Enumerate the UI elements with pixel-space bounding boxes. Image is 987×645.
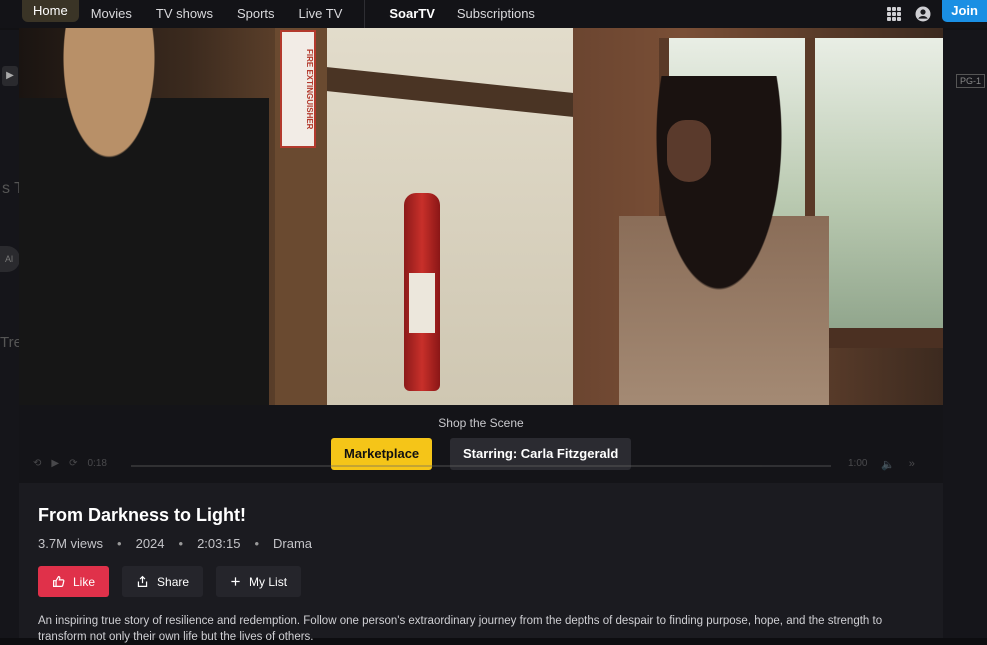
meta-separator: • <box>179 536 184 551</box>
nav-right-group: Join <box>887 0 987 28</box>
nav-item-live-tv[interactable]: Live TV <box>287 0 355 28</box>
view-count: 3.7M views <box>38 536 103 551</box>
scene-actor-right <box>619 76 829 405</box>
like-button[interactable]: Like <box>38 566 109 597</box>
background-rating-badge: PG-1 <box>956 74 985 88</box>
meta-separator: • <box>254 536 259 551</box>
nav-item-home[interactable]: Home <box>22 0 79 22</box>
nav-divider <box>364 0 365 28</box>
nav-item-sports[interactable]: Sports <box>225 0 287 28</box>
title-detail-modal: FIRE EXTINGUISHER Shop the Scene Marketp… <box>19 28 943 638</box>
plus-icon <box>230 576 241 587</box>
brand-logo[interactable]: SoarTV <box>379 0 445 28</box>
rewind-icon[interactable]: ⟲ <box>33 458 41 469</box>
share-icon <box>136 575 149 588</box>
seek-bar[interactable] <box>131 465 831 467</box>
share-label: Share <box>157 575 189 589</box>
scene-extinguisher-label <box>409 273 435 333</box>
nav-item-movies[interactable]: Movies <box>79 0 144 28</box>
background-play-icon[interactable]: ▶ <box>2 66 18 86</box>
apps-grid-icon[interactable] <box>887 7 901 21</box>
title-meta: 3.7M views • 2024 • 2:03:15 • Drama <box>38 536 312 551</box>
description: An inspiring true story of resilience an… <box>38 613 918 645</box>
release-year: 2024 <box>136 536 165 551</box>
duration-time: 1:00 <box>848 458 867 469</box>
action-buttons: Like Share My List <box>38 566 301 597</box>
share-button[interactable]: Share <box>122 566 203 597</box>
like-label: Like <box>73 575 95 589</box>
nav-item-subscriptions[interactable]: Subscriptions <box>445 0 547 28</box>
forward-icon[interactable]: ⟳ <box>69 458 77 469</box>
scene-actor-face <box>667 120 711 182</box>
runtime: 2:03:15 <box>197 536 240 551</box>
top-navigation: Home Movies TV shows Sports Live TV Soar… <box>0 0 987 28</box>
scene-actor-left <box>19 28 269 405</box>
join-button[interactable]: Join <box>942 0 987 22</box>
user-account-icon[interactable] <box>915 6 931 22</box>
my-list-button[interactable]: My List <box>216 566 301 597</box>
player-controls-left: ⟲ ▶ ⟳ 0:18 <box>33 458 107 469</box>
scene-fire-sign: FIRE EXTINGUISHER <box>280 30 316 148</box>
skip-icon[interactable]: » <box>909 458 915 471</box>
current-time: 0:18 <box>87 458 106 469</box>
my-list-label: My List <box>249 575 287 589</box>
genre: Drama <box>273 536 312 551</box>
player-controls: ⟲ ▶ ⟳ 0:18 1:00 🔈 » <box>33 458 943 474</box>
shop-the-scene-label: Shop the Scene <box>19 416 943 430</box>
play-icon[interactable]: ▶ <box>51 458 59 469</box>
title-heading: From Darkness to Light! <box>38 505 246 526</box>
meta-separator: • <box>117 536 122 551</box>
background-right-strip <box>943 30 987 638</box>
video-player[interactable]: FIRE EXTINGUISHER <box>19 28 943 405</box>
volume-icon[interactable]: 🔈 <box>881 458 895 471</box>
thumbs-up-icon <box>52 575 65 588</box>
nav-item-tv-shows[interactable]: TV shows <box>144 0 225 28</box>
player-controls-right: 🔈 » <box>881 458 915 471</box>
